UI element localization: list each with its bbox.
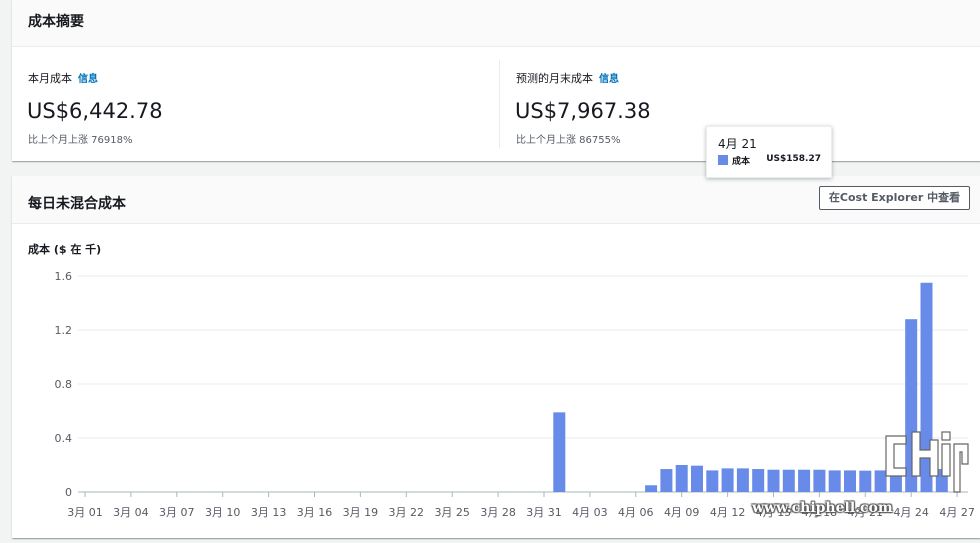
cost-bar [844, 470, 856, 492]
x-tick-label: 4月 24 [893, 506, 929, 519]
tooltip-series-swatch [718, 155, 728, 165]
y-tick-label: 0.4 [55, 432, 73, 445]
x-tick-label: 4月 03 [572, 506, 608, 519]
x-tick-label: 3月 07 [159, 506, 195, 519]
chart-tooltip: 4月 21 成本 US$158.27 [706, 126, 832, 178]
cost-bar [553, 412, 566, 492]
x-tick-label: 3月 31 [526, 506, 562, 519]
cost-bar [752, 469, 765, 492]
cost-bar [813, 469, 826, 492]
daily-cost-chart: 0 0.4 0.8 1.2 1.6 3月 01 3月 04 3月 07 3月 10 3月 13 3月… [55, 270, 975, 519]
cost-bar [736, 468, 749, 492]
y-tick-label: 0 [65, 486, 72, 499]
cost-bar [660, 469, 673, 492]
cost-bar [691, 465, 703, 492]
tooltip-series-label: 成本 [732, 157, 751, 167]
tooltip-date: 4月 21 [718, 137, 757, 151]
cost-bar [706, 470, 719, 492]
cost-bar [782, 469, 795, 492]
y-tick-label: 0.8 [55, 378, 73, 391]
y-tick-label: 1.2 [55, 324, 73, 337]
x-tick-label: 3月 13 [251, 506, 287, 519]
x-tick-label: 3月 28 [480, 506, 516, 519]
x-tick-label: 3月 25 [434, 506, 470, 519]
x-tick-label: 4月 27 [939, 506, 975, 519]
tooltip-value: US$158.27 [766, 154, 821, 164]
chiphell-logo-icon [885, 431, 969, 493]
x-tick-label: 4月 09 [664, 506, 700, 519]
cost-bar [675, 465, 688, 492]
watermark-text: www.chiphell.com [752, 500, 893, 516]
x-tick-label: 4月 06 [618, 506, 654, 519]
x-tick-label: 3月 16 [297, 506, 333, 519]
x-tick-label: 4月 12 [710, 506, 746, 519]
cost-bar [859, 470, 872, 492]
x-tick-label: 3月 01 [67, 506, 103, 519]
cost-bar [828, 470, 841, 492]
x-tick-label: 3月 04 [113, 506, 149, 519]
x-tick-label: 3月 19 [343, 506, 379, 519]
cost-bar [645, 485, 658, 492]
cost-bar [767, 469, 780, 492]
cost-bar [721, 468, 734, 492]
y-tick-label: 1.6 [55, 270, 73, 283]
x-tick-label: 3月 10 [205, 506, 241, 519]
cost-bar [798, 469, 811, 492]
x-tick-label: 3月 22 [389, 506, 425, 519]
